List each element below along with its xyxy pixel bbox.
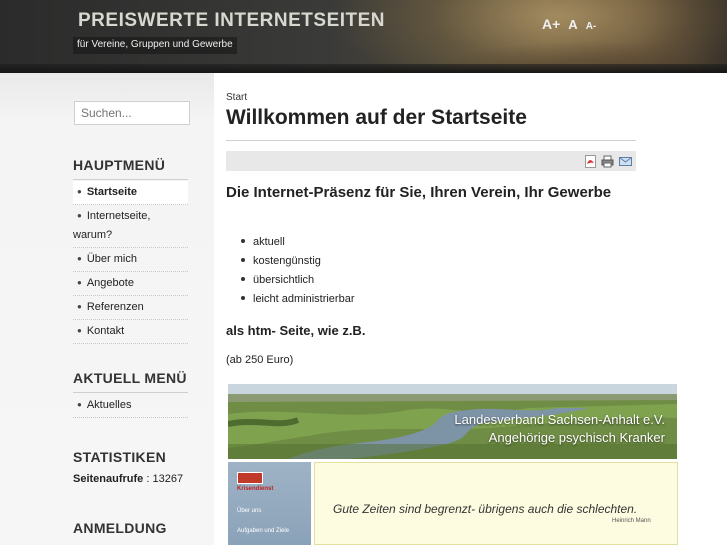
krisendienst-logo[interactable] [237,472,263,484]
divider [73,392,188,393]
menu-item-ueber-mich[interactable]: ● Über mich [73,248,188,272]
site-slogan: für Vereine, Gruppen und Gewerbe [73,37,237,54]
main-menu: ● Startseite ● Internetseite, warum? ● Über … [73,181,188,344]
menu-item-label: Über mich [86,253,137,265]
menu-item-kontakt[interactable]: ● Kontakt [73,320,188,344]
bullet-icon: ● [77,211,82,220]
stats-title: STATISTIKEN [73,449,167,465]
menu-item-label: Kontakt [86,325,125,337]
list-item-text: übersichtlich [253,274,315,286]
menu-item-label: Aktuelles [86,399,132,411]
menu-item-internetseite-warum[interactable]: ● Internetseite, warum? [73,205,188,248]
menu-item-label-cont: warum? [73,229,113,241]
login-title: ANMELDUNG [73,520,167,536]
news-menu-title: AKTUELL MENÜ [73,370,187,386]
bullet-icon: ● [77,400,82,409]
bullet-icon [241,296,245,300]
divider [226,140,636,141]
search-input[interactable] [74,101,190,125]
banner-line-1: Landesverband Sachsen-Anhalt e.V. [454,412,665,427]
bullet-icon: ● [77,326,82,335]
menu-item-angebote[interactable]: ● Angebote [73,272,188,296]
list-item: aktuell [241,233,354,252]
menu-item-label: Angebote [86,277,134,289]
menu-item-label: Internetseite, [86,210,151,222]
pdf-icon[interactable] [584,155,597,168]
example-banner-image[interactable]: Landesverband Sachsen-Anhalt e.V. Angehö… [228,384,677,459]
main-menu-title: HAUPTMENÜ [73,157,166,173]
feature-list: aktuell kostengünstig übersichtlich leic… [241,233,354,309]
banner-line-2: Angehörige psychisch Kranker [488,430,665,445]
bullet-icon [241,258,245,262]
example-nav-item[interactable]: Über uns [237,508,261,514]
menu-item-label: Startseite [86,186,137,198]
menu-item-label: Referenzen [86,301,144,313]
list-item: kostengünstig [241,252,354,271]
price-note: (ab 250 Euro) [226,354,294,366]
print-icon[interactable] [601,155,614,168]
bullet-icon [241,239,245,243]
bullet-icon: ● [77,254,82,263]
list-item-text: aktuell [253,236,285,248]
content-heading: Die Internet-Präsenz für Sie, Ihren Vere… [226,184,612,201]
list-item-text: leicht administrierbar [253,293,355,305]
font-reset-button[interactable]: A [568,17,577,32]
bullet-icon: ● [77,187,82,196]
bullet-icon: ● [77,302,82,311]
breadcrumb[interactable]: Start [226,92,247,103]
quote-author: Heinrich Mann [612,518,651,524]
list-item: leicht administrierbar [241,290,354,309]
page-title: Willkommen auf der Startseite [226,106,527,129]
page-views-value: : 13267 [146,473,184,485]
content-subheading: als htm- Seite, wie z.B. [226,323,366,338]
divider [73,179,188,180]
list-item-text: kostengünstig [253,255,321,267]
news-menu: ● Aktuelles [73,394,188,418]
email-icon[interactable] [619,155,632,168]
article-toolbar [226,151,636,171]
font-size-tools: A+ A A- [542,16,596,32]
font-bigger-button[interactable]: A+ [542,16,560,32]
site-title[interactable]: PREISWERTE INTERNETSEITEN [78,10,385,32]
quote-text: Gute Zeiten sind begrenzt- übrigens auch… [333,502,638,516]
menu-item-aktuelles[interactable]: ● Aktuelles [73,394,188,418]
menu-item-startseite[interactable]: ● Startseite [73,181,188,205]
menu-item-referenzen[interactable]: ● Referenzen [73,296,188,320]
page-views-label: Seitenaufrufe [73,473,144,485]
font-smaller-button[interactable]: A- [586,21,597,32]
list-item: übersichtlich [241,271,354,290]
bullet-icon: ● [77,278,82,287]
krisendienst-label[interactable]: Krisendienst [237,486,273,492]
bullet-icon [241,277,245,281]
header-bottom-band [0,64,727,73]
example-nav-item[interactable]: Aufgaben und Ziele [237,528,289,534]
page-views-stat: Seitenaufrufe : 13267 [73,473,183,485]
